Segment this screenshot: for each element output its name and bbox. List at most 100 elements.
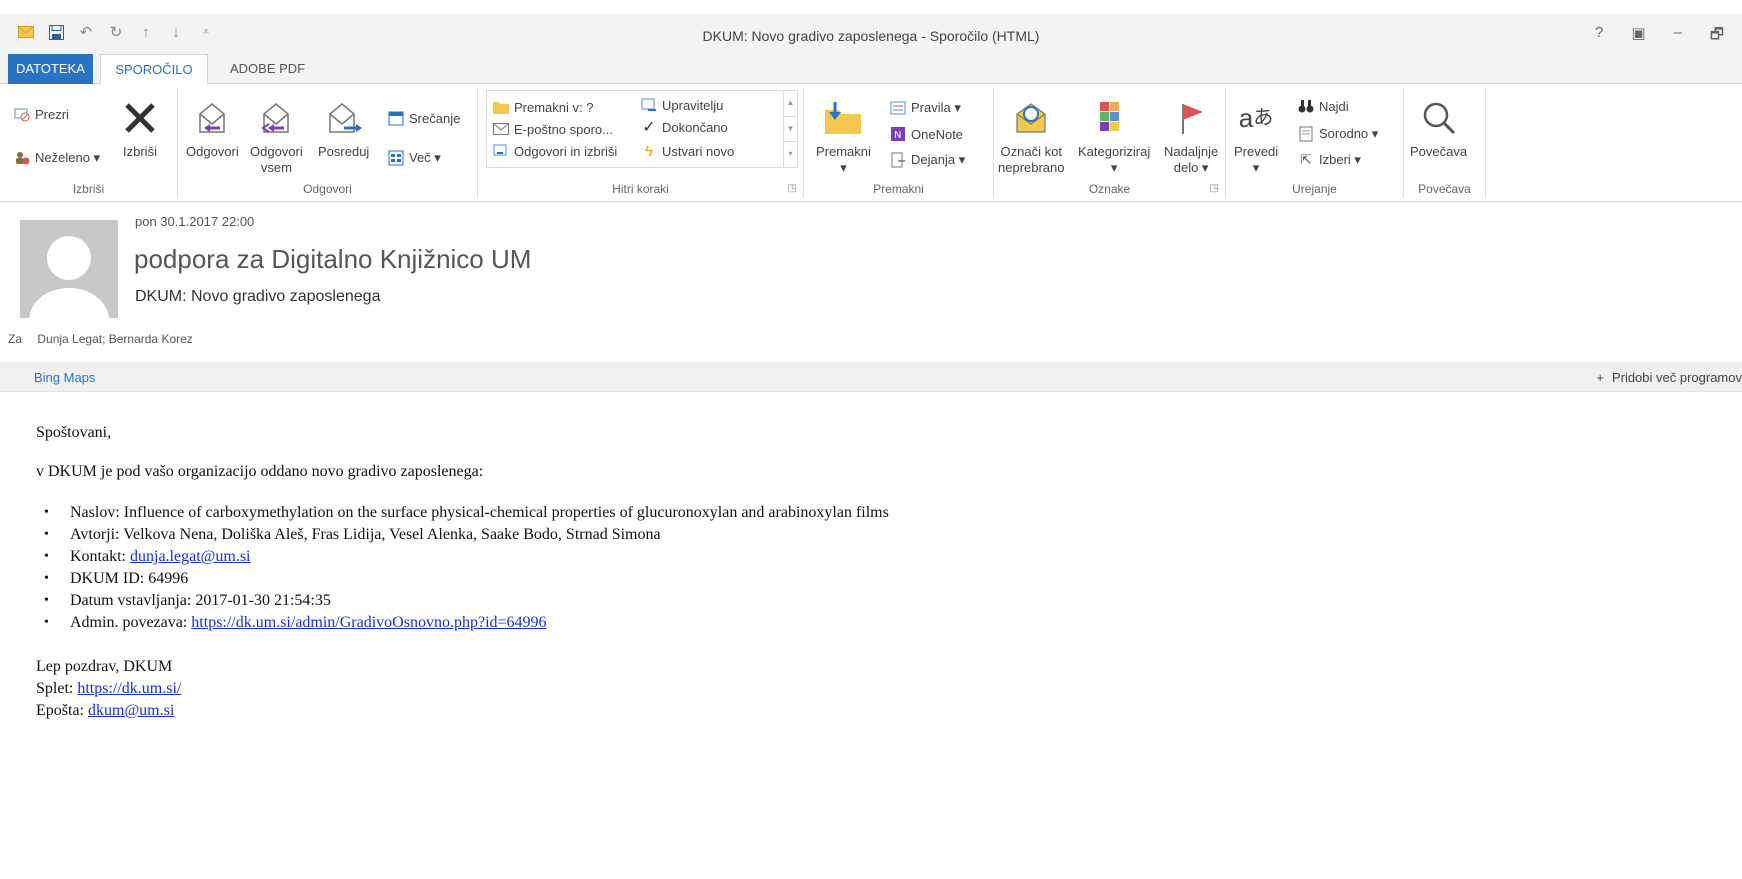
zoom-button[interactable]: Povečava bbox=[1410, 98, 1467, 160]
get-more-addins-button[interactable]: + Pridobi več programov bbox=[1596, 370, 1742, 385]
minimize-button[interactable]: – bbox=[1674, 24, 1682, 49]
title-bar: ↶ ↻ ↑ ↓ ⩡ DKUM: Novo gradivo zaposlenega… bbox=[0, 14, 1742, 54]
quickstep-reply-delete[interactable]: Odgovori in izbriši bbox=[493, 143, 617, 159]
reply-delete-icon bbox=[493, 143, 509, 159]
actions-icon bbox=[890, 152, 906, 168]
message-sender[interactable]: podpora za Digitalno Knjižnico UM bbox=[134, 244, 531, 275]
admin-link[interactable]: https://dk.um.si/admin/GradivoOsnovno.ph… bbox=[191, 614, 546, 631]
onenote-button[interactable]: N OneNote bbox=[890, 126, 963, 142]
folder-icon bbox=[493, 99, 509, 115]
binoculars-icon bbox=[1298, 98, 1314, 114]
quickstep-to-manager[interactable]: Upravitelju bbox=[641, 97, 723, 113]
select-button[interactable]: ⇱ Izberi ▾ bbox=[1298, 152, 1361, 168]
expand-gallery-icon[interactable]: ▾ bbox=[784, 142, 797, 167]
group-zoom: Povečava Povečava bbox=[1404, 88, 1486, 198]
message-header: pon 30.1.2017 22:00 podpora za Digitalno… bbox=[0, 206, 1742, 356]
restore-button[interactable]: 🗗 bbox=[1710, 24, 1724, 49]
group-label-editing: Urejanje bbox=[1292, 182, 1337, 196]
reply-all-button[interactable]: Odgovori vsem bbox=[250, 98, 303, 176]
meeting-button[interactable]: Srečanje bbox=[388, 110, 460, 126]
delete-button[interactable]: Izbriši bbox=[120, 98, 160, 160]
intro-text: v DKUM je pod vašo organizacijo oddano n… bbox=[36, 463, 484, 480]
recipients[interactable]: Dunja Legat; Bernarda Korez bbox=[37, 332, 192, 346]
help-button[interactable]: ? bbox=[1595, 24, 1603, 49]
followup-button[interactable]: Nadaljnje delo ▾ bbox=[1164, 98, 1218, 176]
reply-button[interactable]: Odgovori bbox=[186, 98, 239, 160]
categorize-button[interactable]: Kategoriziraj ▾ bbox=[1078, 98, 1150, 176]
group-label-quick-steps: Hitri koraki bbox=[612, 182, 669, 196]
tab-file[interactable]: DATOTEKA bbox=[8, 54, 93, 84]
quickstep-email[interactable]: E-poštno sporo... bbox=[493, 121, 613, 137]
quick-steps-scroll[interactable]: ▲ ▼ ▾ bbox=[783, 91, 797, 167]
ignore-button[interactable]: Prezri bbox=[14, 106, 69, 122]
move-button[interactable]: Premakni ▾ bbox=[816, 98, 871, 176]
junk-icon bbox=[14, 150, 30, 166]
mark-unread-button[interactable]: Označi kot neprebrano bbox=[998, 98, 1065, 176]
cursor-icon: ⇱ bbox=[1300, 152, 1312, 167]
magnifier-icon bbox=[1419, 98, 1459, 138]
signature-greeting: Lep pozdrav, DKUM bbox=[36, 658, 173, 675]
quick-steps-gallery: Premakni v: ? Upravitelju E-poštno sporo… bbox=[486, 90, 798, 168]
delete-x-icon bbox=[120, 98, 160, 138]
email-icon bbox=[493, 121, 509, 137]
window-controls: ? ▣ – 🗗 bbox=[1595, 24, 1724, 49]
signature-web: Splet: https://dk.um.si/ bbox=[36, 680, 182, 697]
reply-icon bbox=[192, 98, 232, 138]
signature-email: Epošta: dkum@um.si bbox=[36, 702, 175, 719]
list-item-admin-link: Admin. povezava: https://dk.um.si/admin/… bbox=[36, 612, 1716, 634]
group-move: Premakni ▾ Pravila ▾ N OneNote Dejanja ▾… bbox=[804, 88, 994, 198]
tab-adobe-pdf[interactable]: ADOBE PDF bbox=[220, 54, 315, 84]
rules-button[interactable]: Pravila ▾ bbox=[890, 100, 961, 116]
forward-icon bbox=[324, 98, 364, 138]
avatar bbox=[20, 220, 118, 318]
tab-message[interactable]: SPOROČILO bbox=[100, 54, 208, 85]
categorize-dropdown-icon: ▾ bbox=[1110, 160, 1118, 175]
scroll-up-icon[interactable]: ▲ bbox=[784, 91, 797, 117]
web-link[interactable]: https://dk.um.si/ bbox=[77, 680, 181, 697]
check-icon: ✓ bbox=[642, 119, 656, 136]
reply-all-icon bbox=[256, 98, 296, 138]
onenote-icon: N bbox=[890, 126, 906, 142]
email-link[interactable]: dkum@um.si bbox=[88, 702, 174, 719]
tags-launcher-icon[interactable]: ◳ bbox=[1210, 183, 1219, 194]
lightning-icon: ϟ bbox=[645, 142, 653, 160]
more-respond-button[interactable]: Več ▾ bbox=[388, 150, 441, 166]
ribbon-display-options-button[interactable]: ▣ bbox=[1631, 24, 1645, 49]
list-item-authors: Avtorji: Velkova Nena, Doliška Aleš, Fra… bbox=[36, 524, 1716, 546]
window-title: DKUM: Novo gradivo zaposlenega - Sporoči… bbox=[702, 28, 1040, 44]
bing-maps-addin[interactable]: Bing Maps bbox=[34, 370, 95, 385]
plus-icon: + bbox=[1596, 370, 1604, 385]
group-quick-steps: Premakni v: ? Upravitelju E-poštno sporo… bbox=[478, 88, 804, 198]
signature: Lep pozdrav, DKUM Splet: https://dk.um.s… bbox=[36, 656, 1716, 722]
group-respond: Odgovori Odgovori vsem Posreduj Srečanje bbox=[178, 88, 478, 198]
flag-icon bbox=[1171, 98, 1211, 138]
categorize-icon bbox=[1094, 98, 1134, 138]
rules-icon bbox=[890, 100, 906, 116]
forward-button[interactable]: Posreduj bbox=[318, 98, 369, 160]
list-item-title: Naslov: Influence of carboxymethylation … bbox=[36, 502, 1716, 524]
more-respond-icon bbox=[388, 150, 404, 166]
quickstep-move-to[interactable]: Premakni v: ? bbox=[493, 99, 593, 115]
mark-unread-icon bbox=[1011, 98, 1051, 138]
quickstep-done[interactable]: ✓ Dokončano bbox=[641, 119, 727, 136]
calendar-icon bbox=[388, 110, 404, 126]
related-button[interactable]: Sorodno ▾ bbox=[1298, 126, 1378, 142]
manager-arrow-icon bbox=[641, 97, 657, 113]
group-label-delete: Izbriši bbox=[72, 182, 105, 196]
list-item-contact: Kontakt: dunja.legat@um.si bbox=[36, 546, 1716, 568]
group-label-zoom: Povečava bbox=[1418, 182, 1471, 196]
group-label-tags: Oznake bbox=[1088, 182, 1131, 196]
ribbon-tabs: DATOTEKA SPOROČILO ADOBE PDF bbox=[0, 54, 1742, 85]
translate-button[interactable]: aあ Prevedi ▾ bbox=[1234, 98, 1278, 176]
find-button[interactable]: Najdi bbox=[1298, 98, 1349, 114]
list-item-insert-date: Datum vstavljanja: 2017-01-30 21:54:35 bbox=[36, 590, 1716, 612]
group-tags: Označi kot neprebrano Kategoriziraj ▾ Na… bbox=[994, 88, 1226, 198]
message-subject: DKUM: Novo gradivo zaposlenega bbox=[135, 288, 381, 305]
document-icon bbox=[1298, 126, 1314, 142]
contact-email-link[interactable]: dunja.legat@um.si bbox=[130, 548, 251, 565]
junk-button[interactable]: Neželeno ▾ bbox=[14, 150, 100, 166]
actions-button[interactable]: Dejanja ▾ bbox=[890, 152, 965, 168]
quickstep-create-new[interactable]: ϟ Ustvari novo bbox=[641, 142, 734, 160]
quick-steps-launcher-icon[interactable]: ◳ bbox=[788, 183, 797, 194]
scroll-down-icon[interactable]: ▼ bbox=[784, 117, 797, 143]
